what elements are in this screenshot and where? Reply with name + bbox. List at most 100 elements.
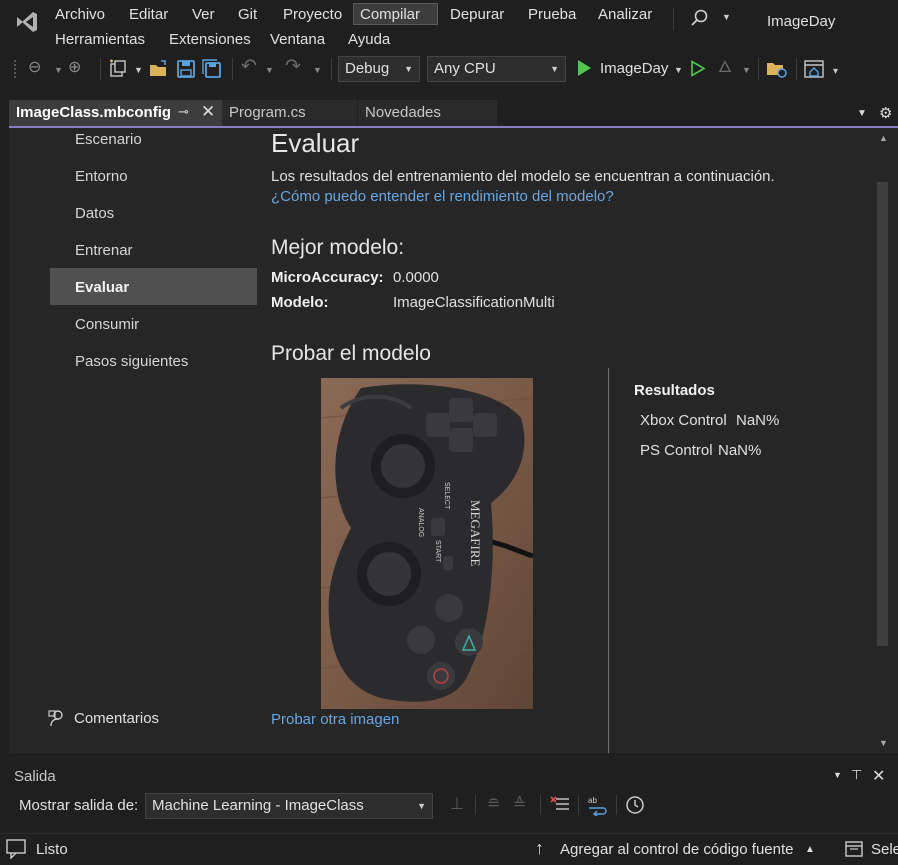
chevron-down-icon[interactable]: ▼ [742,60,751,80]
chevron-down-icon[interactable]: ▼ [265,60,274,80]
select-repository[interactable]: Sele [871,841,898,858]
output-title: Salida [14,768,56,785]
repository-icon[interactable] [845,840,863,858]
solution-explorer-icon[interactable] [766,59,788,79]
scroll-up-icon[interactable]: ▲ [879,133,888,143]
menu-depurar[interactable]: Depurar [444,4,510,26]
chevron-down-icon[interactable]: ▼ [722,12,731,22]
nav-item-evaluar[interactable]: Evaluar [75,279,129,296]
toolbar-separator [475,795,476,815]
menu-extensiones[interactable]: Extensiones [163,29,257,51]
result-label-ps: PS Control [640,442,713,459]
navigate-back-icon[interactable]: ⊖ [28,58,41,78]
menu-ayuda[interactable]: Ayuda [342,29,396,51]
nav-item-entrenar[interactable]: Entrenar [75,242,133,259]
menu-ventana[interactable]: Ventana [264,29,331,51]
run-target-label[interactable]: ImageDay [600,60,668,77]
undo-icon[interactable]: ↶ [241,57,257,77]
menu-editar[interactable]: Editar [123,4,174,26]
scroll-down-icon[interactable]: ▼ [879,738,888,748]
toolbar-separator [540,795,541,815]
nav-item-datos[interactable]: Datos [75,205,114,222]
save-icon[interactable] [176,59,196,79]
redo-icon[interactable]: ↷ [285,57,301,77]
status-ready: Listo [36,841,68,858]
notifications-icon[interactable] [6,839,28,859]
output-source-select[interactable]: Machine Learning - ImageClass ▼ [145,793,433,819]
feedback-link[interactable]: Comentarios [74,710,159,727]
chevron-down-icon: ▼ [550,64,559,74]
menu-ver[interactable]: Ver [186,4,221,26]
nav-item-entorno[interactable]: Entorno [75,168,128,185]
menu-compilar[interactable]: Compilar [353,3,438,25]
toolbar-separator [578,795,579,815]
toolbar-overflow-icon[interactable]: ▾ [833,62,838,82]
start-without-debugging-icon[interactable] [690,60,706,77]
go-to-next-message-icon[interactable]: ≙ [513,795,526,815]
platform-select[interactable]: Any CPU ▼ [427,56,566,82]
chevron-down-icon[interactable]: ▼ [313,60,322,80]
platform-value: Any CPU [434,60,496,77]
go-to-previous-message-icon[interactable]: ≘ [487,795,500,815]
nav-item-consumir[interactable]: Consumir [75,316,139,333]
result-label-xbox: Xbox Control [640,412,727,429]
visual-studio-logo-icon[interactable] [14,9,40,35]
chevron-down-icon[interactable]: ▼ [134,60,143,80]
chevron-down-icon[interactable]: ▼ [54,60,63,80]
gear-icon[interactable]: ⚙ [879,104,892,122]
configuration-select[interactable]: Debug ▼ [338,56,420,82]
pin-tab-icon[interactable]: ⊸ [178,104,189,120]
add-to-source-control[interactable]: Agregar al control de código fuente [560,841,794,858]
nav-item-pasos-siguientes[interactable]: Pasos siguientes [75,353,188,370]
model-label: Modelo: [271,294,329,311]
toolbar-separator [796,58,797,80]
menu-proyecto[interactable]: Proyecto [277,4,348,26]
close-panel-icon[interactable]: ✕ [872,766,885,786]
panel-menu-icon[interactable]: ▼ [833,770,842,780]
open-folder-icon[interactable] [149,59,169,79]
menu-git[interactable]: Git [232,4,263,26]
menu-herramientas[interactable]: Herramientas [49,29,151,51]
solution-name: ImageDay [767,13,836,30]
chevron-down-icon: ▼ [417,801,426,811]
search-icon[interactable] [690,8,710,28]
feedback-icon[interactable] [48,709,66,727]
results-heading: Resultados [634,382,715,399]
tab-imageclass-mbconfig[interactable]: ImageClass.mbconfig [9,100,223,126]
menu-analizar[interactable]: Analizar [592,4,658,26]
clear-all-icon[interactable] [550,795,570,815]
tab-program-cs[interactable]: Program.cs [222,100,357,126]
pin-panel-icon[interactable]: ⊤ [851,767,862,783]
new-project-icon[interactable] [108,59,128,79]
model-value: ImageClassificationMulti [393,294,555,311]
find-message-icon[interactable]: ⊥ [450,795,464,815]
model-performance-help-link[interactable]: ¿Cómo puedo entender el rendimiento del … [271,188,614,205]
svg-text:ab: ab [588,796,597,805]
nav-item-escenario[interactable]: Escenario [75,131,142,148]
start-debugging-icon[interactable] [576,59,592,77]
configuration-value: Debug [345,60,390,77]
menu-archivo[interactable]: Archivo [49,4,111,26]
close-tab-icon[interactable]: ✕ [201,102,215,122]
tab-list-dropdown-icon[interactable]: ▼ [857,108,867,119]
save-all-icon[interactable] [202,59,222,79]
hot-reload-icon[interactable]: 🜂 [718,58,732,78]
gamepad-analog-label: ANALOG [417,508,424,537]
home-window-icon[interactable] [804,59,826,79]
word-wrap-icon[interactable]: ab [587,794,609,816]
navigate-forward-icon[interactable]: ⊕ [68,58,81,78]
clock-timestamp-icon[interactable] [625,795,645,815]
arrow-up-icon[interactable]: ↑ [535,838,544,859]
tab-novedades[interactable]: Novedades [358,100,497,126]
toolbar-separator [100,58,101,80]
gamepad-brand: MEGAFIRE [468,500,483,567]
chevron-down-icon[interactable]: ▼ [674,60,683,80]
chevron-down-icon: ▼ [404,64,413,74]
try-another-image-link[interactable]: Probar otra imagen [271,711,399,728]
menu-prueba[interactable]: Prueba [522,4,582,26]
output-source-value: Machine Learning - ImageClass [152,797,364,814]
toolbar-grip[interactable] [14,60,18,78]
chevron-up-icon[interactable]: ▲ [805,844,815,855]
scrollbar-thumb[interactable] [877,182,888,646]
best-model-heading: Mejor modelo: [271,236,405,259]
